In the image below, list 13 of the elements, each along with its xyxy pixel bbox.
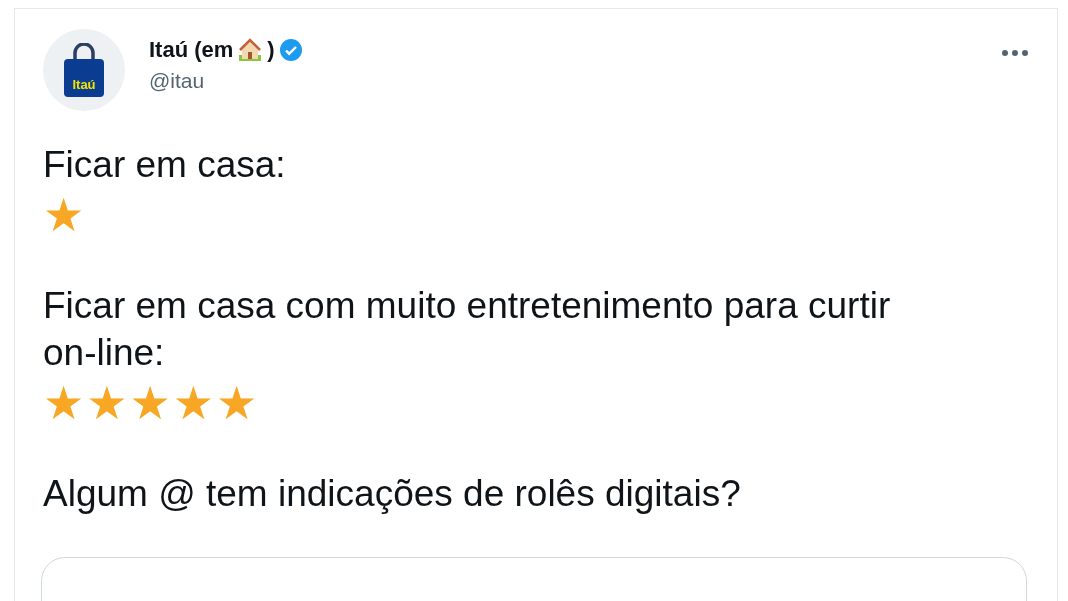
padlock-shackle-icon [71,43,97,59]
author-name-end: ) [267,37,275,63]
house-icon [237,37,264,63]
star-emoji-text: ★ [43,190,87,240]
author-handle[interactable]: @itau [149,69,303,93]
logo-text: Itaú [64,59,104,97]
star-emoji-text: ★★★★★ [43,378,260,428]
tweet-text: Ficar em casa com muito entretenimento para curtir on-line: [43,284,892,375]
author-name[interactable]: Itaú (em [149,37,234,63]
more-icon[interactable] [1001,49,1029,57]
tweet-text: Algum @ tem indicações de rolês digitais? [43,472,742,516]
avatar[interactable]: Itaú [43,29,125,111]
tweet-text: Ficar em casa: [43,143,287,187]
